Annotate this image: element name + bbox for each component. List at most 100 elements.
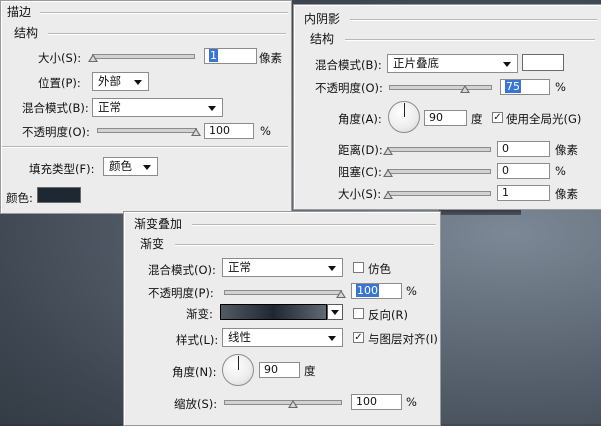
inner-shadow-distance-input[interactable]: 0 xyxy=(497,141,550,157)
divider xyxy=(175,244,434,246)
gradient-opacity-unit: % xyxy=(406,284,417,298)
divider xyxy=(345,39,595,41)
stroke-opacity-slider[interactable] xyxy=(97,126,201,136)
inner-shadow-angle-dial[interactable] xyxy=(388,101,420,133)
slider-track xyxy=(387,147,491,152)
inner-shadow-choke-slider[interactable] xyxy=(383,167,491,177)
slider-track xyxy=(97,128,197,133)
slider-thumb[interactable] xyxy=(336,290,346,298)
slider-track xyxy=(224,400,342,405)
global-light-checkbox[interactable]: ✓ xyxy=(492,112,503,123)
stroke-blend-label: 混合模式(B): xyxy=(22,101,89,115)
inner-shadow-choke-unit: % xyxy=(555,164,566,178)
gradient-preview[interactable] xyxy=(220,304,327,320)
gradient-angle-unit: 度 xyxy=(304,364,316,378)
inner-shadow-group-title: 结构 xyxy=(310,32,335,46)
dither-label: 仿色 xyxy=(368,262,391,276)
gradient-overlay-group-title: 渐变 xyxy=(140,237,165,251)
stroke-opacity-input[interactable]: 100 xyxy=(204,123,254,139)
stroke-position-select[interactable]: 外部 xyxy=(92,72,149,91)
stroke-fill-type-label: 填充类型(F): xyxy=(29,162,95,176)
stroke-opacity-unit: % xyxy=(260,124,271,138)
inner-shadow-color-swatch[interactable] xyxy=(522,54,564,71)
reverse-checkbox[interactable] xyxy=(353,308,364,319)
chevron-down-icon xyxy=(328,266,336,271)
inner-shadow-choke-label: 阻塞(C): xyxy=(338,165,382,179)
inner-shadow-blend-label: 混合模式(B): xyxy=(315,58,382,72)
stroke-size-unit: 像素 xyxy=(259,51,282,65)
gradient-picker-label: 渐变: xyxy=(186,307,213,321)
divider xyxy=(40,12,288,14)
slider-track xyxy=(387,191,491,196)
align-with-layer-label: 与图层对齐(I) xyxy=(368,332,438,346)
divider xyxy=(2,146,288,148)
inner-shadow-distance-label: 距离(D): xyxy=(338,143,383,157)
slider-thumb[interactable] xyxy=(383,147,393,155)
gradient-overlay-title: 渐变叠加 xyxy=(134,217,183,231)
inner-shadow-opacity-label: 不透明度(O): xyxy=(315,81,383,95)
gradient-opacity-slider[interactable] xyxy=(224,288,346,298)
slider-track xyxy=(389,85,492,90)
stroke-group-title: 结构 xyxy=(14,26,39,40)
inner-shadow-choke-input[interactable]: 0 xyxy=(497,163,550,179)
chevron-down-icon xyxy=(134,80,142,85)
inner-shadow-size-input[interactable]: 1 xyxy=(497,185,550,201)
inner-shadow-angle-unit: 度 xyxy=(471,112,483,126)
reverse-label: 反向(R) xyxy=(368,308,408,322)
align-with-layer-checkbox[interactable]: ✓ xyxy=(353,332,364,343)
slider-thumb[interactable] xyxy=(191,128,201,136)
slider-thumb[interactable] xyxy=(383,169,393,177)
inner-shadow-size-label: 大小(S): xyxy=(338,187,382,201)
inner-shadow-angle-input[interactable]: 90 xyxy=(424,110,467,126)
stroke-fill-type-select[interactable]: 颜色 xyxy=(103,157,158,176)
stroke-blend-select[interactable]: 正常 xyxy=(92,98,223,117)
gradient-opacity-label: 不透明度(P): xyxy=(148,286,214,300)
chevron-down-icon xyxy=(208,106,216,111)
gradient-blend-label: 混合模式(O): xyxy=(148,263,216,277)
gradient-angle-dial[interactable] xyxy=(222,354,254,386)
gradient-style-label: 样式(L): xyxy=(176,333,219,347)
gradient-opacity-input[interactable]: 100 xyxy=(351,283,402,299)
gradient-angle-input[interactable]: 90 xyxy=(259,362,300,378)
stroke-position-label: 位置(P): xyxy=(38,76,81,90)
dial-needle xyxy=(238,356,239,371)
inner-shadow-opacity-input[interactable]: 75 xyxy=(500,79,550,95)
gradient-scale-input[interactable]: 100 xyxy=(351,394,402,410)
slider-thumb[interactable] xyxy=(288,400,298,408)
chevron-down-icon xyxy=(328,336,336,341)
inner-shadow-title: 内阴影 xyxy=(304,12,341,26)
inner-shadow-size-slider[interactable] xyxy=(383,189,491,199)
slider-thumb[interactable] xyxy=(383,191,393,199)
gradient-angle-label: 角度(N): xyxy=(172,365,217,379)
stroke-size-slider[interactable] xyxy=(88,52,195,62)
stroke-color-swatch[interactable] xyxy=(37,187,81,203)
inner-shadow-opacity-slider[interactable] xyxy=(389,83,492,93)
inner-shadow-blend-select[interactable]: 正片叠底 xyxy=(387,54,518,73)
gradient-dropdown-button[interactable] xyxy=(327,304,343,320)
inner-shadow-distance-unit: 像素 xyxy=(555,143,578,157)
chevron-down-icon xyxy=(143,165,151,170)
gradient-scale-unit: % xyxy=(406,395,417,409)
slider-thumb[interactable] xyxy=(88,54,98,62)
stroke-size-label: 大小(S): xyxy=(38,51,82,65)
dial-needle xyxy=(404,103,405,118)
divider xyxy=(192,224,436,226)
divider xyxy=(350,19,597,21)
gradient-scale-slider[interactable] xyxy=(224,398,342,408)
stroke-size-input[interactable]: 1 xyxy=(204,48,257,64)
chevron-down-icon xyxy=(331,310,339,315)
gradient-blend-select[interactable]: 正常 xyxy=(222,258,343,277)
slider-track xyxy=(224,290,342,295)
stroke-title: 描边 xyxy=(7,5,32,19)
inner-shadow-opacity-unit: % xyxy=(555,80,566,94)
inner-shadow-size-unit: 像素 xyxy=(555,187,578,201)
slider-track xyxy=(387,169,491,174)
inner-shadow-angle-label: 角度(A): xyxy=(338,112,382,126)
slider-thumb[interactable] xyxy=(460,85,470,93)
slider-track xyxy=(92,54,195,59)
global-light-label: 使用全局光(G) xyxy=(506,112,582,126)
dither-checkbox[interactable] xyxy=(353,262,364,273)
gradient-style-select[interactable]: 线性 xyxy=(222,328,343,347)
divider xyxy=(48,33,286,35)
inner-shadow-distance-slider[interactable] xyxy=(383,145,491,155)
